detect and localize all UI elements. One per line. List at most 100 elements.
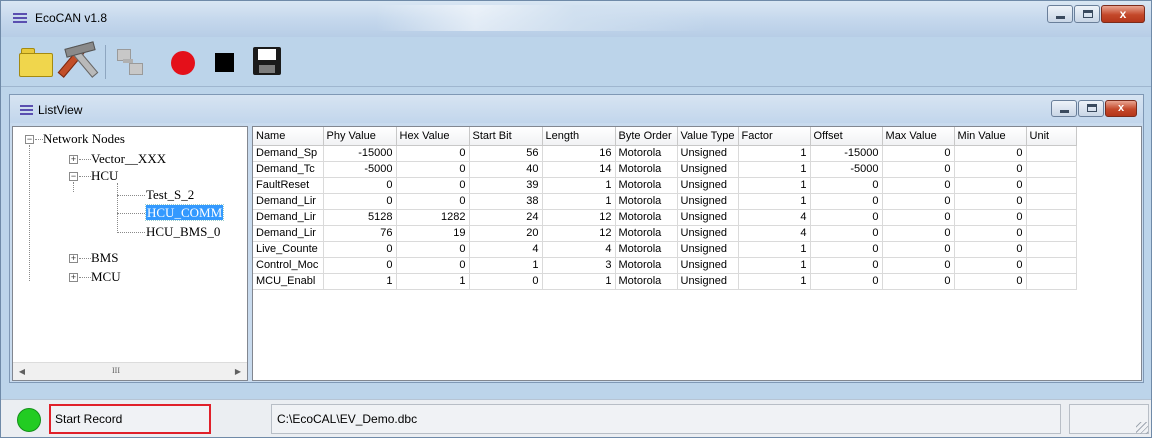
col-header-start-bit[interactable]: Start Bit <box>469 127 543 146</box>
col-header-phy-value[interactable]: Phy Value <box>323 127 397 146</box>
table-cell[interactable]: 0 <box>882 193 955 210</box>
col-header-max-value[interactable]: Max Value <box>882 127 955 146</box>
collapse-hcu-icon[interactable]: − <box>69 172 78 181</box>
table-cell[interactable]: 0 <box>396 241 470 258</box>
scroll-left-icon[interactable]: ◀ <box>15 366 29 378</box>
tree-node-vector[interactable]: Vector__XXX <box>91 151 166 167</box>
record-button[interactable] <box>165 43 205 81</box>
table-cell[interactable]: 1 <box>542 193 616 210</box>
app-menu-icon[interactable] <box>13 13 27 25</box>
table-cell[interactable]: 0 <box>396 193 470 210</box>
table-cell[interactable] <box>1026 257 1077 274</box>
table-cell[interactable]: Unsigned <box>677 193 739 210</box>
table-cell[interactable]: 4 <box>738 209 811 226</box>
table-cell[interactable]: Unsigned <box>677 225 739 242</box>
table-cell[interactable]: 1 <box>738 161 811 178</box>
open-button[interactable] <box>17 43 57 81</box>
table-cell[interactable]: Motorola <box>615 193 678 210</box>
table-cell[interactable]: 0 <box>323 241 397 258</box>
table-cell[interactable]: Demand_Sp <box>253 145 324 162</box>
table-cell[interactable]: Motorola <box>615 241 678 258</box>
table-cell[interactable]: 76 <box>323 225 397 242</box>
table-cell[interactable]: 0 <box>882 241 955 258</box>
expand-bms-icon[interactable]: + <box>69 254 78 263</box>
tree-horizontal-scrollbar[interactable]: ◀ III ▶ <box>13 362 247 380</box>
table-cell[interactable]: Motorola <box>615 161 678 178</box>
table-cell[interactable]: 1 <box>542 273 616 290</box>
table-cell[interactable]: 0 <box>954 193 1027 210</box>
table-cell[interactable]: 5128 <box>323 209 397 226</box>
table-cell[interactable]: 1 <box>323 273 397 290</box>
col-header-factor[interactable]: Factor <box>738 127 811 146</box>
table-cell[interactable]: -5000 <box>323 161 397 178</box>
table-cell[interactable]: 0 <box>954 257 1027 274</box>
col-header-value-type[interactable]: Value Type <box>677 127 739 146</box>
close-button[interactable]: x <box>1101 5 1145 23</box>
table-row[interactable]: Live_Counte 0 0 4 4 Motorola Unsigned 1 0 0 0 <box>253 241 1077 258</box>
table-cell[interactable]: 4 <box>542 241 616 258</box>
table-cell[interactable]: 0 <box>810 209 883 226</box>
table-cell[interactable] <box>1026 145 1077 162</box>
table-row[interactable]: FaultReset 0 0 39 1 Motorola Unsigned 1 0 0 0 <box>253 177 1077 194</box>
table-cell[interactable]: 1 <box>738 273 811 290</box>
table-cell[interactable] <box>1026 241 1077 258</box>
table-cell[interactable]: 0 <box>396 161 470 178</box>
listview-minimize-button[interactable] <box>1051 100 1077 117</box>
col-header-unit[interactable]: Unit <box>1026 127 1077 146</box>
table-row[interactable]: Demand_Lir 0 0 38 1 Motorola Unsigned 1 0 0 0 <box>253 193 1077 210</box>
table-cell[interactable]: 0 <box>954 177 1027 194</box>
tree-node-mcu[interactable]: MCU <box>91 269 121 285</box>
table-cell[interactable]: 0 <box>810 193 883 210</box>
table-cell[interactable]: 56 <box>469 145 543 162</box>
table-cell[interactable]: 1 <box>396 273 470 290</box>
table-cell[interactable]: Demand_Tc <box>253 161 324 178</box>
table-cell[interactable]: 0 <box>882 161 955 178</box>
table-cell[interactable]: 24 <box>469 209 543 226</box>
col-header-length[interactable]: Length <box>542 127 616 146</box>
col-header-byte-order[interactable]: Byte Order <box>615 127 678 146</box>
table-cell[interactable]: 0 <box>323 177 397 194</box>
table-cell[interactable]: 40 <box>469 161 543 178</box>
expand-vector-icon[interactable]: + <box>69 155 78 164</box>
table-cell[interactable]: 14 <box>542 161 616 178</box>
table-cell[interactable]: -15000 <box>323 145 397 162</box>
table-cell[interactable] <box>1026 225 1077 242</box>
table-cell[interactable]: 0 <box>882 145 955 162</box>
table-row[interactable]: MCU_Enabl 1 1 0 1 Motorola Unsigned 1 0 0 0 <box>253 273 1077 290</box>
table-cell[interactable]: 12 <box>542 225 616 242</box>
table-cell[interactable]: 1 <box>469 257 543 274</box>
connect-button[interactable] <box>113 43 153 81</box>
table-cell[interactable]: 38 <box>469 193 543 210</box>
table-cell[interactable]: 0 <box>323 193 397 210</box>
table-cell[interactable] <box>1026 209 1077 226</box>
stop-button[interactable] <box>207 43 247 81</box>
table-cell[interactable]: Live_Counte <box>253 241 324 258</box>
tree-node-hcu[interactable]: HCU <box>91 168 118 184</box>
maximize-button[interactable] <box>1074 5 1100 23</box>
table-cell[interactable]: 20 <box>469 225 543 242</box>
tree-node-hcu-comm[interactable]: HCU_COMM <box>144 204 225 221</box>
minimize-button[interactable] <box>1047 5 1073 23</box>
table-cell[interactable]: 4 <box>469 241 543 258</box>
table-cell[interactable]: Motorola <box>615 273 678 290</box>
table-cell[interactable]: MCU_Enabl <box>253 273 324 290</box>
settings-button[interactable] <box>57 41 101 81</box>
table-cell[interactable]: Motorola <box>615 225 678 242</box>
col-header-name[interactable]: Name <box>253 127 324 146</box>
table-cell[interactable]: 1 <box>738 177 811 194</box>
table-cell[interactable]: Unsigned <box>677 273 739 290</box>
table-cell[interactable]: 1282 <box>396 209 470 226</box>
table-cell[interactable]: Demand_Lir <box>253 193 324 210</box>
table-cell[interactable]: 0 <box>810 225 883 242</box>
tree-node-bms[interactable]: BMS <box>91 250 118 266</box>
table-cell[interactable]: 0 <box>954 273 1027 290</box>
table-cell[interactable]: 0 <box>882 177 955 194</box>
table-cell[interactable]: 1 <box>738 193 811 210</box>
table-cell[interactable]: 39 <box>469 177 543 194</box>
listview-menu-icon[interactable] <box>20 105 33 116</box>
table-cell[interactable]: 0 <box>882 273 955 290</box>
col-header-hex-value[interactable]: Hex Value <box>396 127 470 146</box>
table-cell[interactable]: Motorola <box>615 209 678 226</box>
table-cell[interactable] <box>1026 273 1077 290</box>
table-cell[interactable] <box>1026 161 1077 178</box>
